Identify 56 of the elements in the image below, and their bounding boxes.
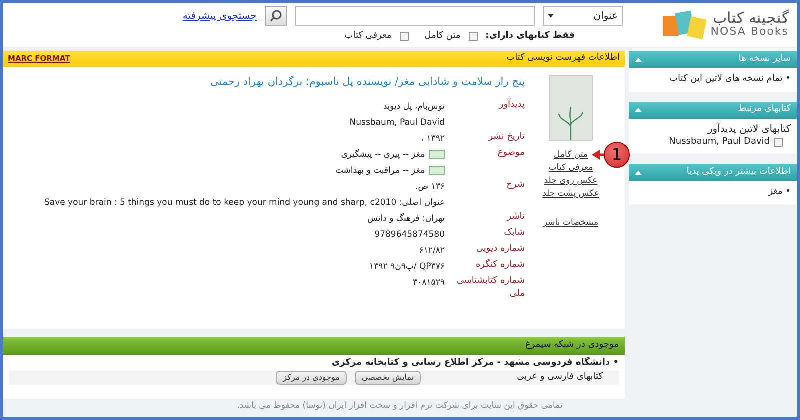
cover-link[interactable]: عکس پشت جلد	[542, 188, 600, 201]
filter-label: متن کامل	[424, 30, 461, 43]
field-value: ۱۳۹۲ ،	[421, 132, 445, 146]
action-button[interactable]: موجودی در مرکز	[276, 370, 347, 384]
cover-link[interactable]: متن کامل	[554, 149, 588, 162]
subject-tag-icon[interactable]	[429, 166, 445, 176]
field-value: Nussbaum, Paul David	[350, 116, 445, 130]
field-label: ناشر	[507, 212, 525, 222]
collapse-icon	[635, 58, 642, 62]
collection-name: کتابهای فارسی و عربی	[517, 370, 603, 384]
filter-checkbox[interactable]	[468, 32, 478, 42]
field-label: شابک	[504, 228, 525, 238]
field-label: تاریخ نشر	[488, 132, 525, 142]
collapse-icon	[635, 108, 642, 112]
logo-subtext: NOSA Books	[710, 26, 789, 39]
field-value: ۳۰۸۱۵۲۹	[413, 276, 445, 290]
cover-link[interactable]: معرفی کتاب	[548, 162, 594, 175]
search-icon	[270, 10, 282, 22]
field-value: عنوان اصلی: Save your brain : 5 things you must do to keep your mind young and sharp, c2010	[44, 196, 445, 210]
publisher-info-link[interactable]: مشخصات ناشر	[543, 217, 599, 230]
library-name: • دانشگاه فردوسی مشهد - مرکز اطلاع رسانی و کتابخانه مرکزی	[330, 357, 619, 370]
subject-text: مغز -- پیری -- پیشگیری	[341, 148, 425, 162]
field-value: 9789645874580	[374, 228, 445, 242]
field-value: ۶۱۲/۸۲	[419, 244, 445, 258]
field-dropdown[interactable]: عنوان	[543, 6, 623, 26]
advanced-search-link[interactable]: جستجوی پیشرفته	[182, 8, 257, 24]
field-label: شرح	[506, 180, 525, 190]
subject-text: مغز -- مراقبت و بهداشت	[335, 164, 425, 178]
filter-label: معرفی کتاب	[344, 30, 392, 43]
book-title[interactable]: پنج راز سلامت و شادابی مغز/ نویسنده پل ناسبوم؛ برگردان بهراد رحمتی	[3, 75, 525, 91]
copyright-text: تمامی حقوق این سایت برای شرکت نرم افزار و سخت افزار ایران (نوسا) محفوظ می باشد.	[236, 400, 564, 413]
caret-icon	[548, 14, 554, 18]
logo-text: گنجینه کتاب	[713, 11, 789, 26]
sidebar-subheading: کتابهای لاتین پدیدآور	[706, 124, 791, 136]
field-value: QP۳۷۶ /پ۹ن۹ ۱۳۹۲	[370, 260, 445, 274]
search-button[interactable]	[265, 6, 287, 26]
tree-drawing	[556, 106, 586, 140]
cover-link[interactable]: عکس روی جلد	[544, 175, 598, 188]
field-label: پدیدآور	[499, 100, 525, 110]
checkbox[interactable]	[774, 138, 783, 147]
field-label: شماره کنگره	[476, 260, 525, 270]
author-link[interactable]: Nussbaum, Paul David	[669, 136, 770, 149]
field-label: موضوع	[498, 148, 525, 158]
field-label: شماره کتابشناسی ملی	[456, 276, 525, 300]
filter-label: فقط کتابهای دارای:	[486, 30, 575, 43]
subject-tag-icon[interactable]	[429, 150, 445, 160]
field-label: شماره دیویی	[476, 244, 525, 254]
filter-checkbox[interactable]	[400, 32, 409, 42]
collapse-icon	[635, 170, 642, 174]
field-link[interactable]: تهران: فرهنگ و دانش	[368, 210, 445, 227]
books-logo-icon	[660, 8, 707, 42]
field-value: ۱۳۶ ص.	[416, 180, 445, 194]
search-field[interactable]	[295, 6, 535, 26]
field-link[interactable]: نوس‌بام، پل دیوید	[383, 98, 445, 115]
availability-header: موجودی در شبکه سیمرغ	[3, 337, 625, 355]
action-button[interactable]: نمایش تخصصی	[354, 370, 422, 384]
